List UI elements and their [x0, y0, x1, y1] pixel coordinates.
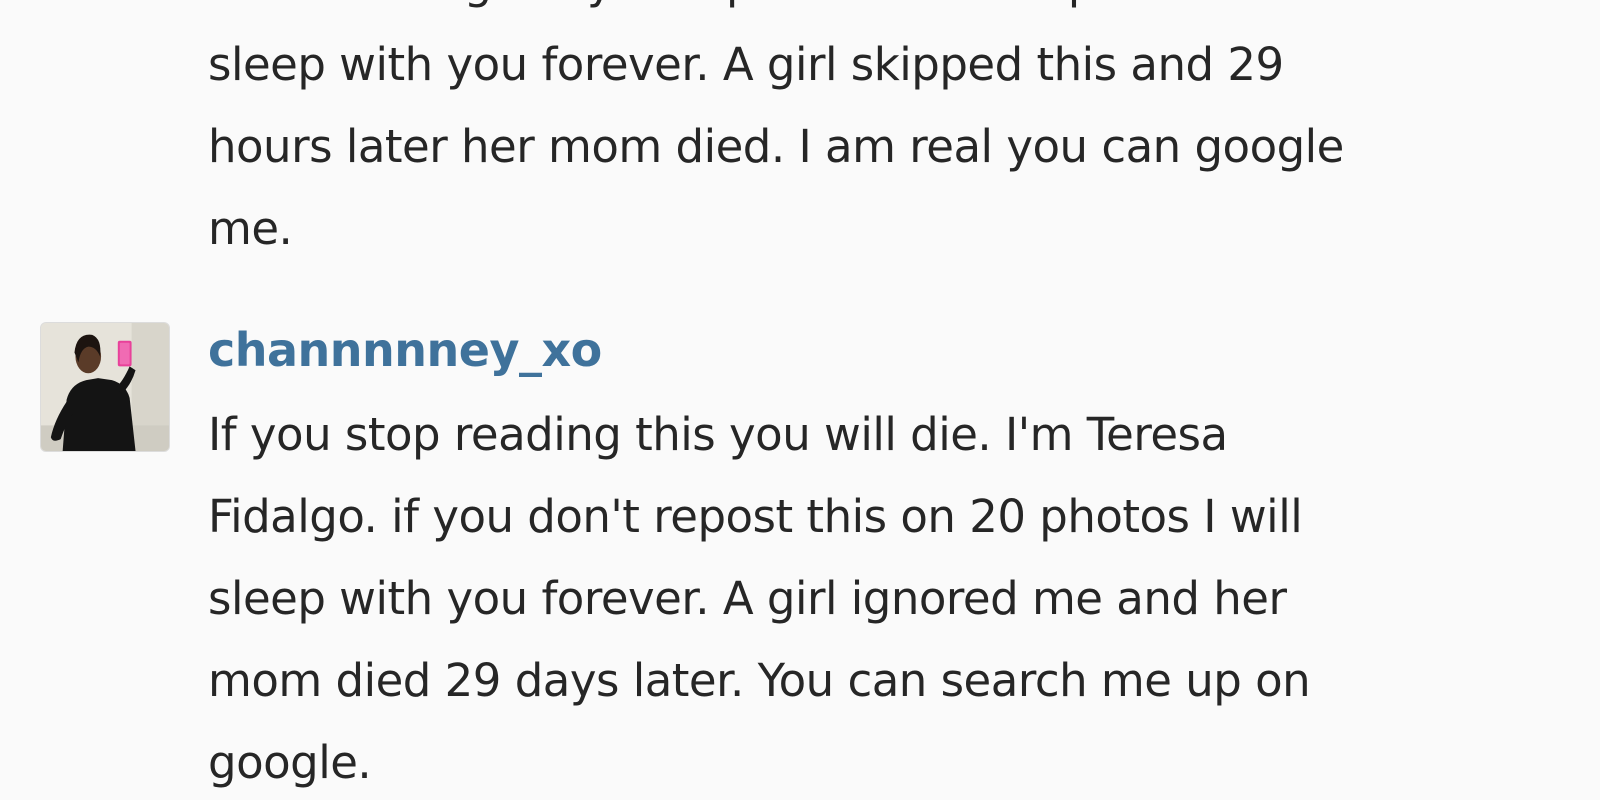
- comment-text: If you stop reading this you will die. I…: [208, 408, 1311, 789]
- user-photo-avatar-icon: [41, 323, 169, 451]
- comment-text: Teresa Fidalgo. if you repost this on 20…: [208, 0, 1358, 255]
- avatar[interactable]: [40, 322, 170, 452]
- comment-username[interactable]: channnnney_xo: [208, 322, 602, 378]
